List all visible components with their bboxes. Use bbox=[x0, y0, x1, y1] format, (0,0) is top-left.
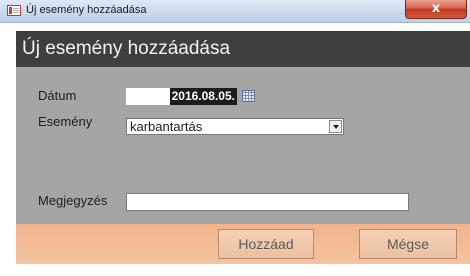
form-icon bbox=[7, 5, 21, 16]
dropdown-arrow-icon[interactable] bbox=[329, 120, 342, 133]
window-title: Új esemény hozzáadása bbox=[26, 4, 147, 16]
window-bottom-edge bbox=[0, 264, 470, 276]
close-button[interactable]: x bbox=[405, 0, 467, 19]
form-header: Új esemény hozzáadása bbox=[16, 31, 470, 67]
calendar-icon[interactable] bbox=[242, 90, 255, 102]
close-icon: x bbox=[431, 1, 441, 16]
event-select[interactable]: karbantartás bbox=[126, 118, 344, 135]
form-title: Új esemény hozzáadása bbox=[22, 38, 231, 59]
date-value: 2016.08.05. bbox=[169, 88, 237, 105]
note-label: Megjegyzés bbox=[38, 193, 108, 208]
title-bar[interactable]: Új esemény hozzáadása x bbox=[0, 0, 470, 23]
form-body: Dátum 2016.08.05. Esemény karbantartás M… bbox=[16, 67, 470, 224]
dialog-window: Új esemény hozzáadása x Új esemény hozzá… bbox=[0, 0, 470, 276]
date-label: Dátum bbox=[38, 88, 77, 103]
date-field[interactable]: 2016.08.05. bbox=[126, 88, 237, 105]
cancel-button[interactable]: Mégse bbox=[359, 229, 457, 259]
form-footer: Hozzáad Mégse bbox=[16, 224, 470, 264]
note-input[interactable] bbox=[126, 193, 409, 211]
event-label: Esemény bbox=[38, 114, 93, 129]
add-button[interactable]: Hozzáad bbox=[218, 229, 314, 259]
event-select-value: karbantartás bbox=[130, 119, 203, 134]
